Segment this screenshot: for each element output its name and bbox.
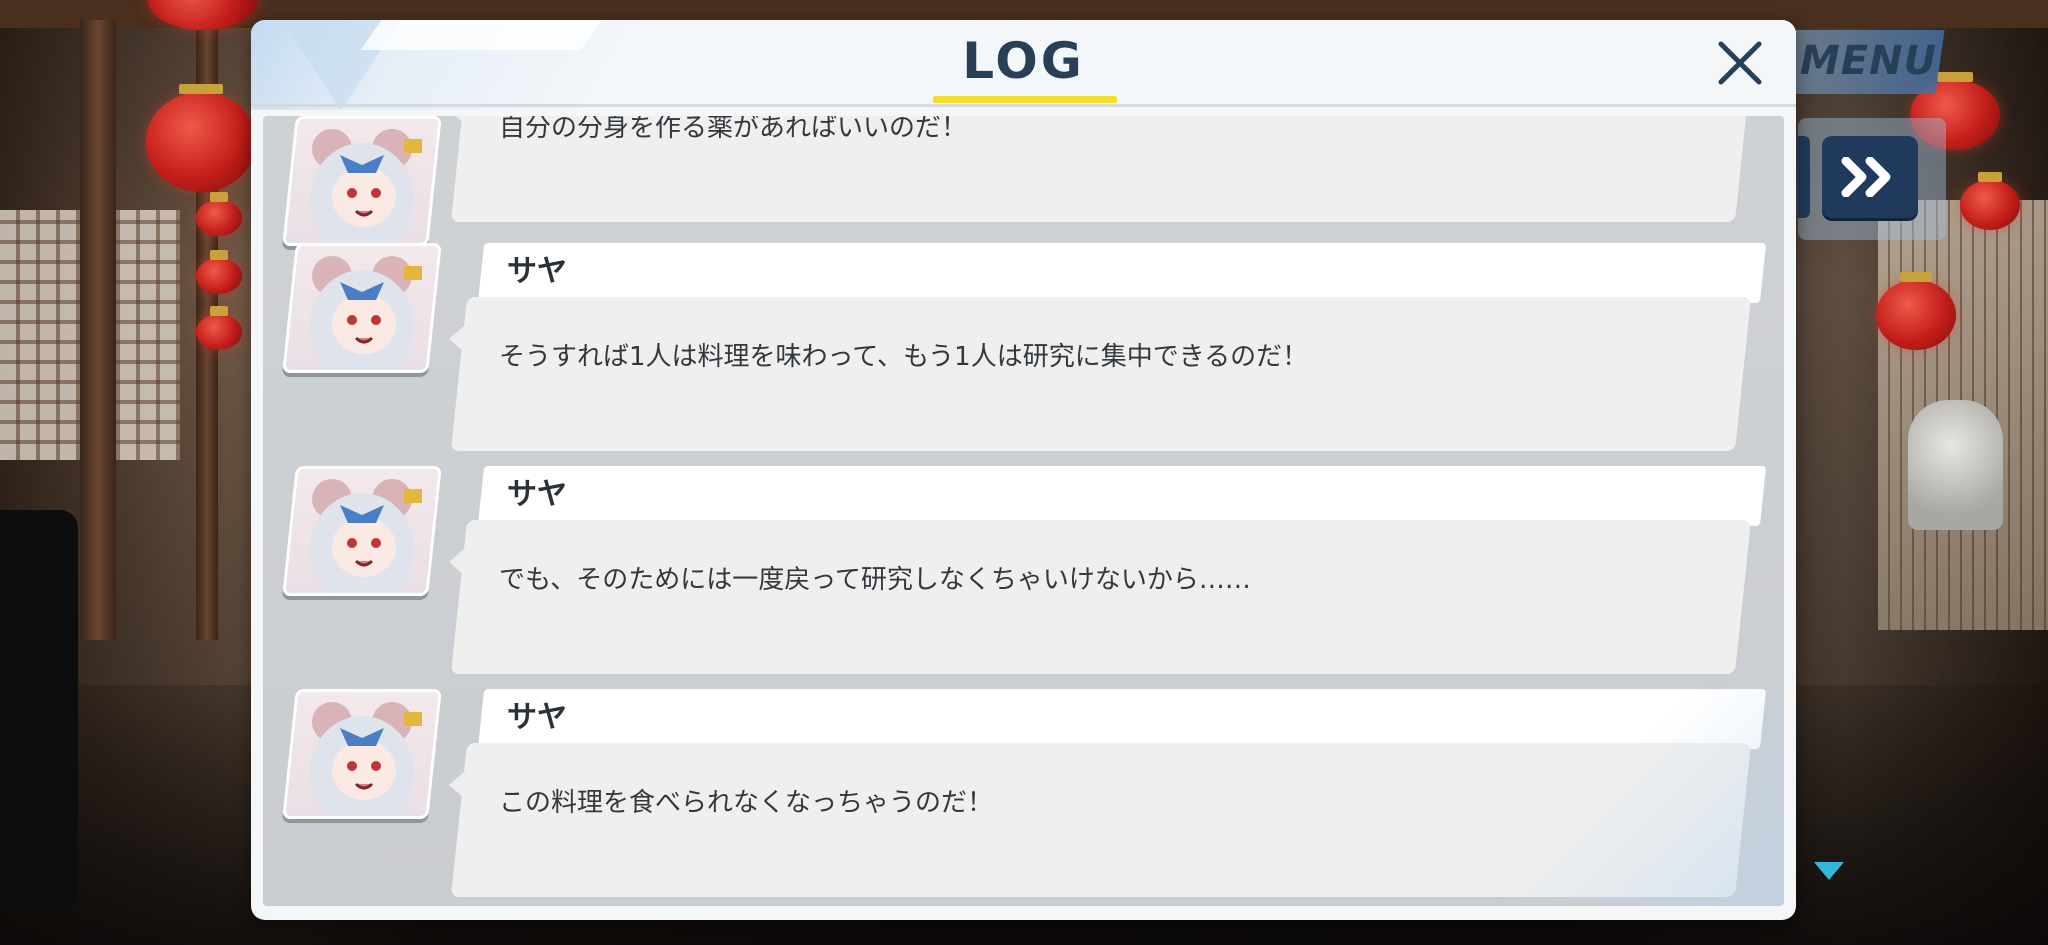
side-panel [0, 510, 78, 910]
message-text: 自分の分身を作る薬があればいいのだ！ [499, 116, 968, 143]
message-text: この料理を食べられなくなっちゃうのだ！ [499, 788, 994, 818]
auto-button[interactable] [1798, 136, 1810, 218]
title-underline [933, 96, 1117, 103]
message-pointer [449, 325, 465, 353]
lion-statue [1908, 400, 2003, 530]
message-text: そうすれば1人は料理を味わって、もう1人は研究に集中できるのだ！ [499, 342, 1309, 372]
name-plate [477, 466, 1767, 526]
speaker-portrait [282, 689, 442, 819]
wooden-pillar [80, 20, 116, 640]
red-lantern [1960, 172, 2020, 230]
portrait-art [292, 246, 432, 373]
header-divider [251, 104, 1796, 107]
red-lantern [196, 192, 242, 236]
message-pointer [449, 548, 465, 576]
speaker-name: サヤ [507, 254, 567, 289]
speaker-name: サヤ [507, 477, 567, 512]
speaker-portrait [282, 243, 442, 373]
portrait-art [292, 692, 432, 819]
fast-forward-icon [1841, 157, 1891, 197]
dialog-header: LOG [251, 20, 1796, 110]
close-button[interactable] [1711, 34, 1769, 92]
scroll-down-indicator-icon [1814, 862, 1844, 880]
red-lantern [196, 306, 242, 350]
portrait-art [292, 119, 432, 246]
name-plate [477, 689, 1767, 749]
fast-forward-button[interactable] [1822, 136, 1918, 218]
log-entry: サヤ でも、そのためには一度戻って研究しなくちゃいけないから…… [263, 466, 1784, 674]
red-lantern [146, 84, 256, 192]
message-pointer [449, 771, 465, 799]
speaker-name: サヤ [507, 700, 567, 735]
close-icon [1718, 41, 1762, 85]
portrait-art [292, 469, 432, 596]
message-pointer [449, 116, 465, 124]
red-lantern [1876, 272, 1956, 350]
speaker-portrait [282, 466, 442, 596]
dialog-title: LOG [962, 32, 1085, 90]
red-lantern [196, 250, 242, 294]
log-entry: サヤ そうすれば1人は料理を味わって、もう1人は研究に集中できるのだ！ [263, 243, 1784, 451]
name-plate [477, 243, 1767, 303]
message-text: でも、そのためには一度戻って研究しなくちゃいけないから…… [499, 565, 1251, 595]
log-entry: サヤ 自分の分身を作る薬があればいいのだ！ [263, 116, 1784, 246]
log-entry: サヤ この料理を食べられなくなっちゃうのだ！ [263, 689, 1784, 897]
speaker-portrait [282, 116, 442, 246]
log-dialog: LOG 自分の分身を作る薬があればいいのだ！ サヤ そうすれば1人は料理を味わっ… [251, 20, 1796, 920]
log-list[interactable]: サヤ 自分の分身を作る薬があればいいのだ！ [263, 116, 1784, 906]
menu-button[interactable]: MENU [1800, 36, 1937, 86]
